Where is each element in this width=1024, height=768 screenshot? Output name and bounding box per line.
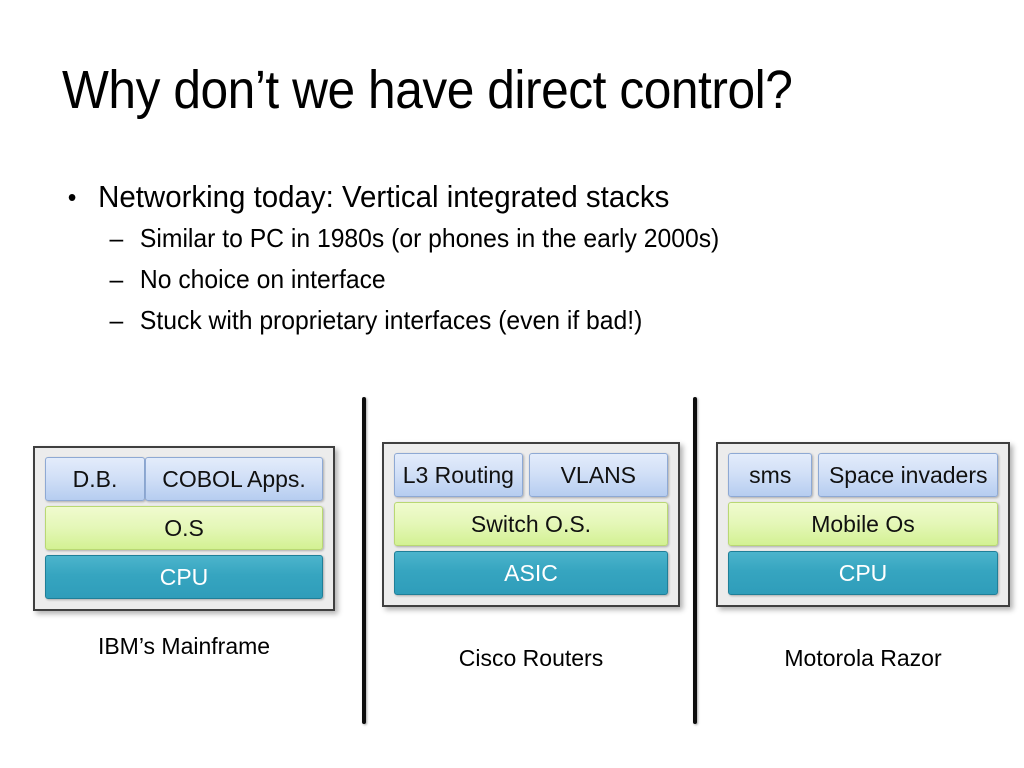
stack-os-cell: Mobile Os	[728, 502, 998, 546]
vertical-divider-1	[362, 397, 366, 724]
stack-caption-cisco-routers: Cisco Routers	[458, 645, 604, 671]
stack-app-cell: L3 Routing	[394, 453, 523, 497]
bullet-marker: •	[67, 182, 77, 212]
stack-caption-ibm-mainframe: IBM’s Mainframe	[97, 633, 271, 659]
bullet-marker: –	[109, 223, 124, 253]
stack-diagram-ibm-mainframe: D.B. COBOL Apps. O.S CPU	[33, 446, 335, 611]
stack-hardware-cell: ASIC	[394, 551, 668, 595]
stack-app-row: L3 Routing VLANS	[394, 453, 668, 497]
page-title: Why don’t we have direct control?	[62, 60, 793, 120]
stack-hardware-cell: CPU	[728, 551, 998, 595]
stack-app-cell: COBOL Apps.	[145, 457, 323, 501]
bullet-item-3: – No choice on interface	[62, 259, 917, 300]
stack-caption-motorola-razor: Motorola Razor	[784, 645, 942, 671]
stack-hardware-row: ASIC	[394, 551, 668, 595]
stack-frame: D.B. COBOL Apps. O.S CPU	[33, 446, 335, 611]
stack-os-row: Switch O.S.	[394, 502, 668, 546]
bullet-item-2: – Similar to PC in 1980s (or phones in t…	[62, 218, 917, 259]
bullet-marker: –	[109, 305, 124, 335]
stack-os-cell: O.S	[45, 506, 323, 550]
bullet-text: Similar to PC in 1980s (or phones in the…	[139, 223, 720, 253]
bullet-text: Stuck with proprietary interfaces (even …	[139, 305, 643, 335]
stack-os-row: O.S	[45, 506, 323, 550]
stack-hardware-row: CPU	[45, 555, 323, 599]
stack-hardware-cell: CPU	[45, 555, 323, 599]
stack-app-cell: VLANS	[528, 453, 668, 497]
stack-app-cell: Space invaders	[818, 453, 998, 497]
bullet-text: Networking today: Vertical integrated st…	[98, 179, 670, 214]
slide-canvas: Why don’t we have direct control? • Netw…	[0, 0, 1024, 768]
stack-diagram-motorola-razor: sms Space invaders Mobile Os CPU	[716, 442, 1010, 607]
stack-app-row: D.B. COBOL Apps.	[45, 457, 323, 501]
stack-app-row: sms Space invaders	[728, 453, 998, 497]
bullet-marker: –	[109, 264, 124, 294]
vertical-divider-2	[693, 397, 697, 724]
bullet-item-4: – Stuck with proprietary interfaces (eve…	[62, 300, 917, 341]
stack-frame: sms Space invaders Mobile Os CPU	[716, 442, 1010, 607]
stack-frame: L3 Routing VLANS Switch O.S. ASIC	[382, 442, 680, 607]
stack-app-cell: D.B.	[45, 457, 146, 501]
bullet-text: No choice on interface	[139, 264, 386, 294]
stack-app-cell: sms	[728, 453, 813, 497]
stack-os-cell: Switch O.S.	[394, 502, 668, 546]
stack-hardware-row: CPU	[728, 551, 998, 595]
bullet-list: • Networking today: Vertical integrated …	[62, 176, 962, 341]
stack-diagram-cisco-routers: L3 Routing VLANS Switch O.S. ASIC	[382, 442, 680, 607]
bullet-item-1: • Networking today: Vertical integrated …	[62, 176, 917, 218]
stack-os-row: Mobile Os	[728, 502, 998, 546]
